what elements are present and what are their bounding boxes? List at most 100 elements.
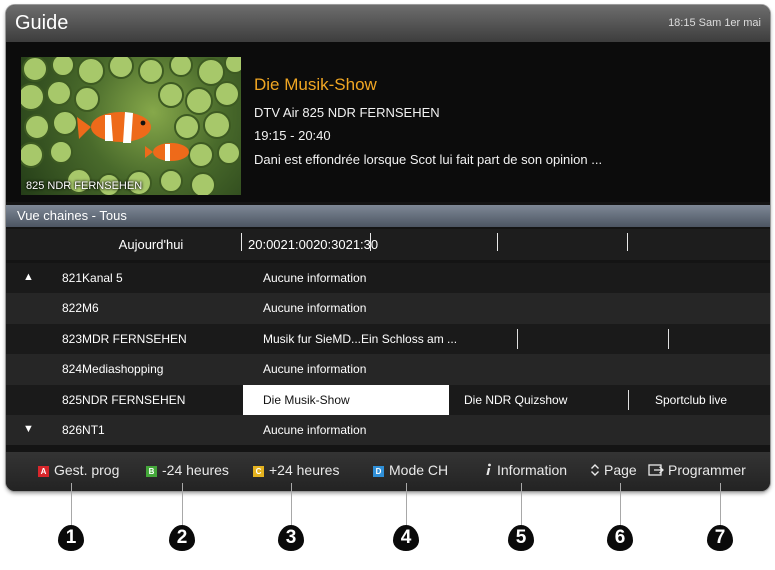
callout-badge: 7 bbox=[707, 525, 733, 551]
program-info-panel: 825 NDR FERNSEHEN Die Musik-Show DTV Air… bbox=[6, 42, 770, 202]
program-cells: Die Musik-Show Die NDR Quizshow Sportclu… bbox=[238, 384, 770, 415]
callout-badge: 5 bbox=[508, 525, 534, 551]
guide-screen: Guide 18:15 Sam 1er mai 825 NDR FERNSEHE… bbox=[6, 5, 770, 491]
gest-prog-button[interactable]: A Gest. prog bbox=[38, 462, 119, 478]
callout-badge: 4 bbox=[393, 525, 419, 551]
channel-name: 826NT1 bbox=[62, 422, 105, 437]
information-button[interactable]: Information bbox=[483, 462, 567, 478]
schedule-arrow-icon bbox=[648, 464, 664, 476]
channel-row[interactable]: ▼ 826NT1 Aucune information bbox=[6, 414, 770, 446]
channel-cell[interactable]: 822M6 bbox=[6, 293, 238, 324]
callout-leader-line bbox=[182, 483, 183, 528]
program-cell[interactable]: Musik fur SieMD...Ein Schloss am ... bbox=[263, 324, 518, 354]
callout-leader-line bbox=[71, 483, 72, 528]
mode-ch-button[interactable]: D Mode CH bbox=[373, 462, 448, 478]
callout-number: 5 bbox=[515, 527, 527, 548]
button-label: Page bbox=[604, 462, 637, 478]
program-cells: Aucune information bbox=[238, 414, 770, 446]
clock-display: 18:15 Sam 1er mai bbox=[668, 17, 761, 29]
program-divider bbox=[517, 328, 518, 349]
channel-view-bar: Vue chaines - Tous bbox=[6, 205, 770, 227]
program-cell[interactable]: Die NDR Quizshow bbox=[464, 385, 624, 415]
callout-leader-line bbox=[720, 483, 721, 528]
button-label: -24 heures bbox=[162, 462, 229, 478]
channel-row[interactable]: 823MDR FERNSEHEN Musik fur SieMD...Ein S… bbox=[6, 323, 770, 355]
callout-badge: 6 bbox=[607, 525, 633, 551]
today-label: Aujourd'hui bbox=[118, 237, 184, 252]
button-label: Gest. prog bbox=[54, 462, 120, 478]
program-cells: Musik fur SieMD...Ein Schloss am ... bbox=[238, 323, 770, 355]
channel-preview-thumbnail[interactable]: 825 NDR FERNSEHEN bbox=[21, 57, 241, 195]
channel-cell[interactable]: ▲ 821Kanal 5 bbox=[6, 263, 238, 294]
channel-row[interactable]: 822M6 Aucune information bbox=[6, 293, 770, 324]
scroll-up-icon[interactable]: ▲ bbox=[23, 271, 34, 283]
program-divider bbox=[668, 328, 669, 349]
program-divider bbox=[628, 389, 629, 410]
time-divider bbox=[497, 233, 498, 251]
channel-grid: ▲ 821Kanal 5 Aucune information 822M6 Au… bbox=[6, 263, 770, 446]
time-divider bbox=[241, 233, 242, 251]
yellow-c-key-icon: C bbox=[253, 466, 264, 477]
callout-badge: 3 bbox=[278, 525, 304, 551]
page-button[interactable]: Page bbox=[590, 462, 637, 478]
red-a-key-icon: A bbox=[38, 466, 49, 477]
program-cell[interactable]: Aucune information bbox=[263, 415, 743, 445]
program-cells: Aucune information bbox=[238, 263, 770, 294]
channel-row[interactable]: ▲ 821Kanal 5 Aucune information bbox=[6, 263, 770, 294]
guide-title: Guide bbox=[15, 12, 69, 34]
channel-name: 824Mediashopping bbox=[62, 362, 164, 377]
channel-row[interactable]: 824Mediashopping Aucune information bbox=[6, 354, 770, 385]
time-slot-labels: 20:0021:0020:3021:30 bbox=[248, 237, 379, 252]
channel-row[interactable]: 825NDR FERNSEHEN Die Musik-Show Die NDR … bbox=[6, 384, 770, 415]
callout-badge: 1 bbox=[58, 525, 84, 551]
channel-cell[interactable]: 823MDR FERNSEHEN bbox=[6, 323, 238, 355]
button-label: Information bbox=[497, 462, 568, 478]
callout-number: 2 bbox=[176, 527, 188, 548]
callout-number: 4 bbox=[400, 527, 412, 548]
program-cell[interactable]: Sportclub live bbox=[655, 385, 755, 415]
clownfish-scene-image bbox=[21, 57, 241, 195]
button-label: +24 heures bbox=[269, 462, 340, 478]
callout-number: 3 bbox=[285, 527, 297, 548]
program-cell[interactable]: Aucune information bbox=[263, 354, 743, 384]
callout-leader-line bbox=[620, 483, 621, 528]
channel-name: 822M6 bbox=[62, 301, 99, 316]
green-b-key-icon: B bbox=[146, 466, 157, 477]
program-description: Dani est effondrée lorsque Scot lui fait… bbox=[254, 152, 603, 167]
scroll-down-icon[interactable]: ▼ bbox=[23, 423, 34, 435]
thumbnail-channel-caption: 825 NDR FERNSEHEN bbox=[26, 180, 143, 192]
channel-name: 821Kanal 5 bbox=[62, 271, 123, 285]
info-i-icon bbox=[486, 463, 491, 475]
program-title: Die Musik-Show bbox=[254, 75, 377, 94]
callout-leader-line bbox=[406, 483, 407, 528]
plus-24-hours-button[interactable]: C +24 heures bbox=[253, 462, 339, 478]
program-cells: Aucune information bbox=[238, 293, 770, 324]
callout-leader-line bbox=[521, 483, 522, 528]
program-cells: Aucune information bbox=[238, 354, 770, 385]
channel-name: 825NDR FERNSEHEN bbox=[62, 392, 186, 407]
program-cell[interactable]: Aucune information bbox=[263, 293, 743, 323]
time-divider bbox=[370, 233, 371, 251]
minus-24-hours-button[interactable]: B -24 heures bbox=[146, 462, 229, 478]
programmer-button[interactable]: Programmer bbox=[648, 462, 746, 478]
callout-leader-line bbox=[291, 483, 292, 528]
channel-cell[interactable]: ▼ 826NT1 bbox=[6, 414, 238, 446]
blue-d-key-icon: D bbox=[373, 466, 384, 477]
channel-cell[interactable]: 825NDR FERNSEHEN bbox=[6, 384, 238, 415]
callout-number: 7 bbox=[714, 527, 726, 548]
channel-view-label: Vue chaines - Tous bbox=[17, 208, 127, 223]
up-down-chevron-icon bbox=[591, 464, 599, 476]
callout-badge: 2 bbox=[169, 525, 195, 551]
program-time: 19:15 - 20:40 bbox=[254, 128, 331, 143]
button-label: Programmer bbox=[668, 462, 746, 478]
time-divider bbox=[627, 233, 628, 251]
button-legend-bar: A Gest. prog B -24 heures C +24 heures D Mod… bbox=[6, 452, 770, 491]
program-cell-selected[interactable]: Die Musik-Show bbox=[243, 384, 449, 415]
button-label: Mode CH bbox=[389, 462, 449, 478]
title-bar: Guide 18:15 Sam 1er mai bbox=[6, 5, 770, 42]
channel-cell[interactable]: 824Mediashopping bbox=[6, 354, 238, 385]
callout-number: 6 bbox=[614, 527, 626, 548]
timeline-header: Aujourd'hui 20:0021:0020:3021:30 bbox=[6, 229, 770, 260]
program-cell[interactable]: Aucune information bbox=[263, 263, 743, 293]
callout-number: 1 bbox=[65, 527, 77, 548]
